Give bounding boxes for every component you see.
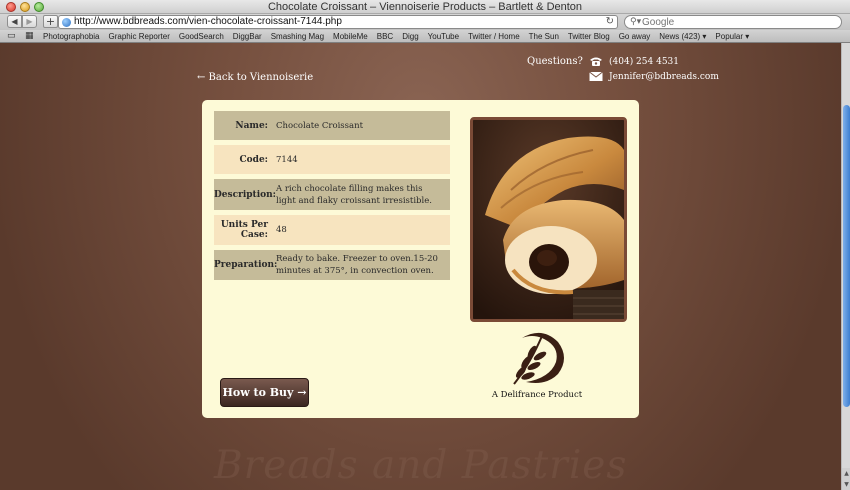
scroll-up-icon[interactable]: ▲	[842, 468, 850, 479]
forward-icon: ▶	[26, 17, 33, 26]
vertical-scrollbar[interactable]: ▲ ▼	[841, 43, 850, 490]
bookmark-item[interactable]: MobileMe	[333, 30, 368, 43]
breads-and-pastries-watermark: Breads and Pastries	[214, 443, 628, 488]
detail-row-preparation: Preparation: Ready to bake. Freezer to o…	[214, 250, 450, 280]
detail-row-units: Units Per Case: 48	[214, 215, 450, 245]
window-titlebar: Chocolate Croissant – Viennoiserie Produ…	[0, 0, 850, 14]
globe-icon	[62, 18, 71, 27]
scroll-thumb[interactable]	[843, 105, 850, 407]
questions-heading: Questions?	[527, 56, 583, 67]
croissant-image	[473, 120, 624, 319]
product-description: A rich chocolate filling makes this ligh…	[276, 183, 432, 206]
bookmark-item[interactable]: GoodSearch	[179, 30, 224, 43]
add-bookmark-button[interactable]: +	[43, 15, 58, 28]
address-bar[interactable]: http://www.bdbreads.com/vien-chocolate-c…	[58, 15, 618, 29]
detail-label: Units Per Case:	[220, 220, 268, 240]
bookmark-item[interactable]: The Sun	[529, 30, 559, 43]
add-bookmark-icon: +	[45, 15, 56, 28]
bookmark-item[interactable]: Twitter / Home	[468, 30, 520, 43]
logo-caption: A Delifrance Product	[491, 390, 583, 400]
how-to-buy-button[interactable]: How to Buy →	[220, 378, 309, 407]
reload-icon[interactable]: ↻	[606, 16, 614, 28]
bookmark-item[interactable]: DiggBar	[233, 30, 262, 43]
bookmark-item[interactable]: Smashing Mag	[271, 30, 324, 43]
window-title: Chocolate Croissant – Viennoiserie Produ…	[267, 1, 583, 13]
bookmark-item[interactable]: Go away	[619, 30, 651, 43]
search-icon: ⚲▾	[630, 17, 642, 27]
bookmark-folder-popular[interactable]: Popular ▾	[715, 30, 749, 43]
detail-label: Code:	[239, 154, 268, 165]
product-card: Name: Chocolate Croissant Code: 7144 Des…	[202, 100, 639, 418]
bookmarks-list: Photographobia Graphic Reporter GoodSear…	[43, 30, 749, 43]
bookmark-item[interactable]: Photographobia	[43, 30, 100, 43]
units-per-case: 48	[276, 225, 287, 235]
bookmarks-book-icon[interactable]: ▭	[7, 31, 16, 41]
back-to-viennoiserie-link[interactable]: ← Back to Viennoiserie	[197, 72, 313, 83]
bookmarks-bar: ▭ ▦ Photographobia Graphic Reporter Good…	[0, 30, 850, 43]
bookmark-item[interactable]: Graphic Reporter	[109, 30, 170, 43]
product-code: 7144	[276, 154, 298, 165]
bookmark-item[interactable]: YouTube	[428, 30, 459, 43]
product-details: Name: Chocolate Croissant Code: 7144 Des…	[214, 111, 450, 285]
address-url[interactable]: http://www.bdbreads.com/vien-chocolate-c…	[74, 16, 342, 28]
product-preparation: Ready to bake. Freezer to oven.15-20 min…	[276, 254, 438, 276]
back-icon: ◀	[11, 17, 18, 26]
forward-button[interactable]: ▶	[22, 15, 37, 28]
phone-icon	[590, 57, 602, 66]
detail-row-description: Description: A rich chocolate filling ma…	[214, 179, 450, 210]
detail-label: Description:	[214, 189, 276, 200]
detail-label: Preparation:	[214, 260, 278, 270]
bookmark-item[interactable]: BBC	[377, 30, 393, 43]
scroll-down-icon[interactable]: ▼	[842, 479, 850, 490]
scroll-arrows: ▲ ▼	[842, 468, 850, 490]
search-input[interactable]	[642, 16, 832, 28]
top-sites-grid-icon[interactable]: ▦	[25, 31, 34, 41]
detail-label: Name:	[235, 120, 268, 131]
bookmark-item[interactable]: Twitter Blog	[568, 30, 610, 43]
product-photo	[470, 117, 627, 322]
phone-number: (404) 254 4531	[609, 57, 680, 67]
detail-row-name: Name: Chocolate Croissant	[214, 111, 450, 140]
detail-row-code: Code: 7144	[214, 145, 450, 174]
product-name: Chocolate Croissant	[276, 120, 363, 131]
wheat-logo-icon	[513, 332, 564, 385]
bookmark-folder-news[interactable]: News (423) ▾	[659, 30, 706, 43]
web-page: ← Back to Viennoiserie Questions? (404) …	[0, 43, 841, 490]
browser-toolbar: ◀ ▶ + http://www.bdbreads.com/vien-choco…	[0, 14, 850, 30]
back-button[interactable]: ◀	[7, 15, 22, 28]
email-link[interactable]: Jennifer@bdbreads.com	[609, 72, 719, 82]
mail-icon	[589, 71, 603, 81]
search-field[interactable]: ⚲▾	[624, 15, 842, 29]
bookmark-item[interactable]: Digg	[402, 30, 418, 43]
